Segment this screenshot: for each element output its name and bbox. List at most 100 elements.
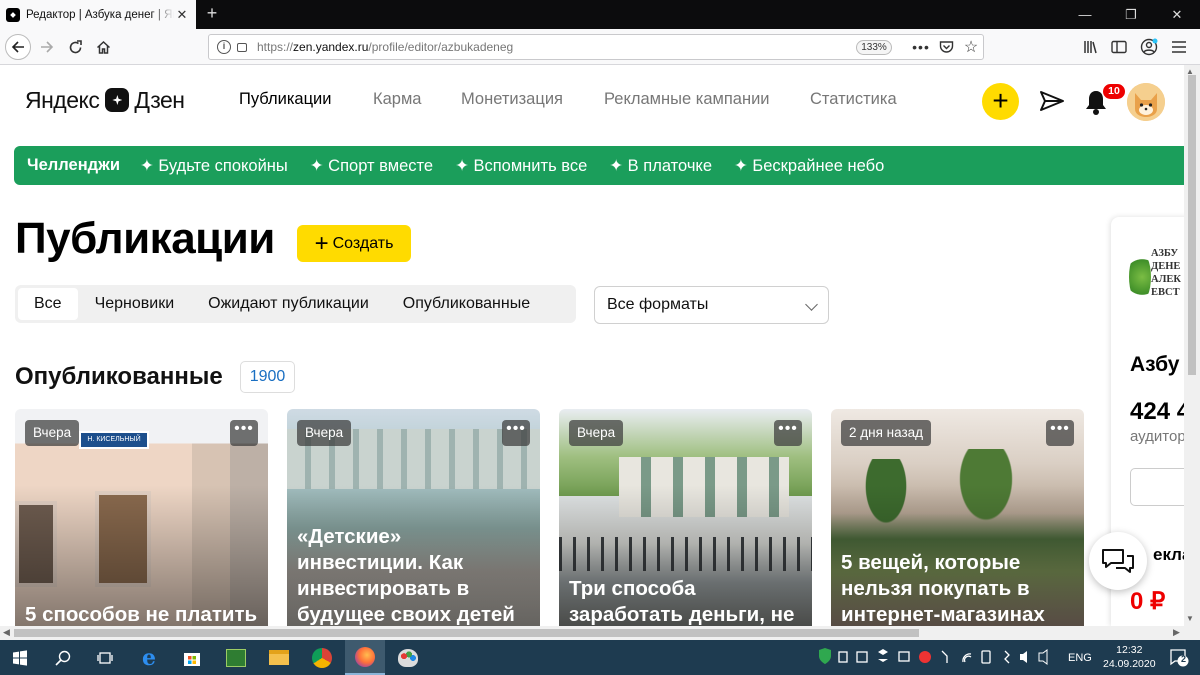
taskbar-paint[interactable] [388,640,428,675]
nav-statistics[interactable]: Статистика [810,90,897,109]
sidebar-icon [1111,40,1127,54]
zen-logo-icon [105,88,130,112]
reload-icon [69,39,82,53]
menu-button[interactable] [1168,36,1190,58]
card-more-button[interactable]: ••• [774,420,802,446]
store-icon [184,652,200,666]
scroll-right-icon[interactable]: ▶ [1173,627,1180,638]
zoom-level-badge[interactable]: 133% [856,40,892,55]
taskbar-edge[interactable]: e [129,640,169,675]
plus-icon: + [314,229,329,257]
nav-karma[interactable]: Карма [373,90,422,109]
audience-number: 424 4 [1130,398,1191,425]
back-arrow-icon [11,41,24,53]
channel-logo [1129,251,1151,303]
format-select-value: Все форматы [607,296,709,313]
tab-published[interactable]: Опубликованные [386,288,547,320]
bookmark-star-icon[interactable]: ☆ [960,36,982,58]
add-publication-button[interactable]: + [982,83,1019,120]
card-date: Вчера [25,420,80,446]
zen-favicon-icon [6,7,20,22]
nav-ad-campaigns[interactable]: Рекламные кампании [604,90,770,109]
tab-drafts[interactable]: Черновики [78,288,192,320]
library-button[interactable] [1080,36,1102,58]
minimize-window-button[interactable]: — [1062,0,1108,29]
scroll-down-icon[interactable]: ▼ [1186,614,1194,623]
reload-button[interactable] [64,36,86,58]
taskbar-store[interactable] [172,640,212,675]
challenge-item[interactable]: ✦ В платочке [609,156,712,176]
notification-count: 2 [1180,654,1186,664]
nav-publications[interactable]: Публикации [239,90,332,109]
task-view-icon [97,651,113,664]
page-actions-icon[interactable]: ••• [910,36,932,58]
challenge-item[interactable]: ✦ Бескрайнее небо [734,156,884,176]
chat-bubbles-icon [1102,549,1134,573]
tray-icons [819,648,1048,665]
taskbar-app[interactable] [216,640,256,675]
home-button[interactable] [92,36,114,58]
yandex-zen-logo[interactable]: Яндекс Дзен [25,86,185,114]
scroll-left-icon[interactable]: ◀ [3,627,10,638]
format-select[interactable]: Все форматы [594,286,829,324]
home-icon [96,40,110,54]
channel-name[interactable]: Азбу [1130,353,1179,377]
hamburger-menu-icon [1172,41,1186,53]
forward-button[interactable] [36,36,58,58]
publication-card[interactable]: Вчера ••• Три способа заработать деньги,… [559,409,812,626]
back-button[interactable] [5,34,31,60]
forward-arrow-icon [41,41,54,53]
taskbar-explorer[interactable] [259,640,299,675]
pocket-button[interactable] [935,36,957,58]
maximize-window-button[interactable]: ❐ [1108,0,1154,29]
chat-button[interactable] [1089,532,1147,590]
browser-tab[interactable]: Редактор | Азбука денег | Яндекс.Дзен ✕ [0,0,196,29]
close-tab-icon[interactable]: ✕ [174,7,190,23]
taskbar-chrome[interactable] [302,640,342,675]
send-button[interactable] [1038,87,1066,115]
publication-card[interactable]: 2 дня назад ••• 5 вещей, которые нельзя … [831,409,1084,626]
challenge-item[interactable]: ✦ Будьте спокойны [140,156,288,176]
publication-card[interactable]: Вчера ••• «Детские» инвестиции. Как инве… [287,409,540,626]
clock-time: 12:32 [1116,644,1143,656]
card-more-button[interactable]: ••• [230,420,258,446]
horizontal-scrollbar-thumb[interactable] [14,629,919,637]
tab-pending[interactable]: Ожидают публикации [191,288,386,320]
card-more-button[interactable]: ••• [502,420,530,446]
section-title: Опубликованные [15,363,223,390]
tab-all[interactable]: Все [18,288,78,320]
challenge-item[interactable]: ✦ Вспомнить все [455,156,587,176]
firefox-icon [355,646,375,667]
clock[interactable]: 12:32 24.09.2020 [1103,643,1156,671]
vertical-scrollbar-thumb[interactable] [1188,75,1196,375]
action-center-button[interactable]: 2 [1168,646,1190,668]
account-icon [1140,38,1158,56]
language-indicator[interactable]: ENG [1068,652,1092,664]
challenges-title: Челленджи [27,156,120,174]
user-avatar[interactable] [1127,83,1165,121]
card-more-button[interactable]: ••• [1046,420,1074,446]
publication-card[interactable]: Н. КИСЕЛЬНЫЙ Вчера ••• 5 способов не пла… [15,409,268,626]
channel-logo-text: АЗБУ ДЕНЕ АЛЕК ЕВСТ [1151,248,1182,298]
nav-monetization[interactable]: Монетизация [461,90,563,109]
url-text: https://zen.yandex.ru/profile/editor/azb… [257,40,514,54]
create-button[interactable]: + Создать [297,225,411,262]
close-window-button[interactable]: ✕ [1154,0,1200,29]
taskbar-firefox[interactable] [345,640,385,675]
start-button[interactable] [0,640,40,675]
new-tab-button[interactable]: + [203,4,221,23]
site-info-icon[interactable]: i [217,40,231,54]
sidebar-button[interactable] [1108,36,1130,58]
task-view-button[interactable] [85,640,125,675]
search-button[interactable] [43,640,83,675]
paint-icon [398,648,418,667]
lock-icon [237,42,247,52]
card-title: Три способа заработать деньги, не [569,577,795,626]
challenge-item[interactable]: ✦ Спорт вместе [310,156,433,176]
scroll-up-icon[interactable]: ▲ [1186,67,1194,76]
account-button[interactable] [1138,36,1160,58]
create-button-label: Создать [332,234,394,252]
chrome-icon [312,647,332,668]
notifications-badge: 10 [1103,84,1125,99]
pocket-icon [939,41,953,53]
